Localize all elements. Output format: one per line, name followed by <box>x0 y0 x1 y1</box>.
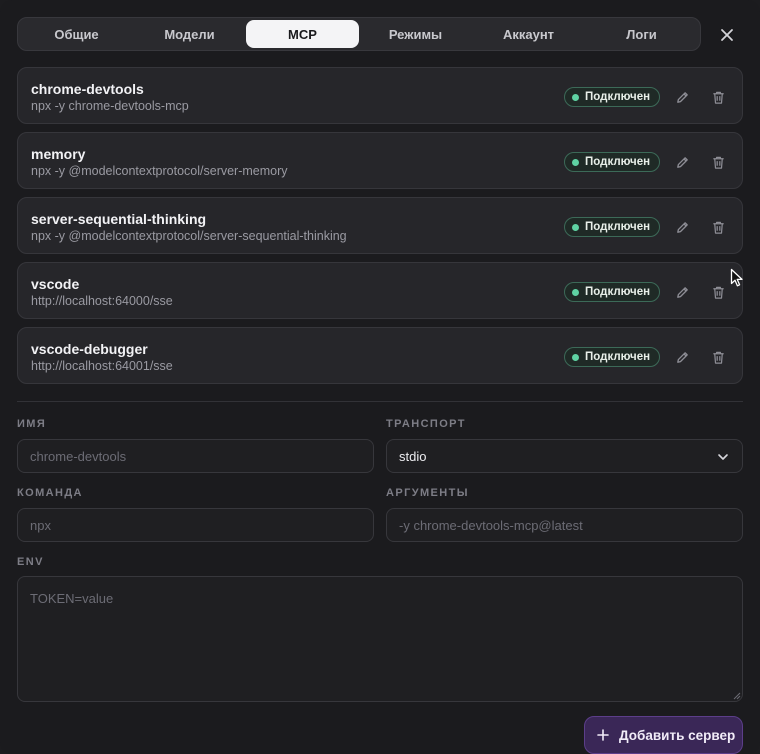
pencil-icon <box>676 286 688 298</box>
server-command: npx -y @modelcontextprotocol/server-memo… <box>31 164 288 178</box>
tab-modes[interactable]: Режимы <box>359 20 472 48</box>
delete-server-button[interactable] <box>708 347 728 367</box>
plus-icon <box>597 729 609 741</box>
server-card: vscode-debugger http://localhost:64001/s… <box>17 327 743 384</box>
status-dot-icon <box>572 158 579 166</box>
status-badge: Подключен <box>564 282 661 302</box>
settings-tabs: Общие Модели MCP Режимы Аккаунт Логи <box>17 17 701 51</box>
status-label: Подключен <box>585 156 651 168</box>
add-server-label: Добавить сервер <box>619 727 736 743</box>
command-input[interactable] <box>17 508 374 542</box>
transport-value: stdio <box>399 448 427 464</box>
mouse-cursor-icon <box>730 268 743 287</box>
pencil-icon <box>676 221 688 233</box>
pencil-icon <box>676 351 688 363</box>
tab-models[interactable]: Модели <box>133 20 246 48</box>
status-badge: Подключен <box>564 347 661 367</box>
tab-mcp[interactable]: MCP <box>246 20 359 48</box>
pencil-icon <box>676 91 688 103</box>
env-textarea[interactable] <box>17 576 743 702</box>
status-dot-icon <box>572 288 579 296</box>
delete-server-button[interactable] <box>708 87 728 107</box>
server-card: memory npx -y @modelcontextprotocol/serv… <box>17 132 743 189</box>
args-label: АРГУМЕНТЫ <box>386 487 469 499</box>
status-dot-icon <box>572 353 579 361</box>
section-divider <box>17 401 743 402</box>
server-command: npx -y chrome-devtools-mcp <box>31 99 189 113</box>
delete-server-button[interactable] <box>708 152 728 172</box>
env-label: ENV <box>17 556 44 568</box>
pencil-icon <box>676 156 688 168</box>
tab-general[interactable]: Общие <box>20 20 133 48</box>
close-icon <box>721 29 733 41</box>
edit-server-button[interactable] <box>672 152 692 172</box>
settings-window: Общие Модели MCP Режимы Аккаунт Логи chr… <box>0 0 760 754</box>
add-server-button[interactable]: Добавить сервер <box>584 716 743 754</box>
status-badge: Подключен <box>564 217 661 237</box>
chevron-down-icon <box>718 454 728 460</box>
status-label: Подключен <box>585 351 651 363</box>
name-input[interactable] <box>17 439 374 473</box>
status-label: Подключен <box>585 91 651 103</box>
server-card: vscode http://localhost:64000/sse Подклю… <box>17 262 743 319</box>
delete-server-button[interactable] <box>708 282 728 302</box>
server-command: http://localhost:64000/sse <box>31 294 173 308</box>
server-list: chrome-devtools npx -y chrome-devtools-m… <box>17 67 743 392</box>
server-command: http://localhost:64001/sse <box>31 359 173 373</box>
status-badge: Подключен <box>564 152 661 172</box>
transport-select[interactable]: stdio <box>386 439 743 473</box>
status-dot-icon <box>572 223 579 231</box>
args-input[interactable] <box>386 508 743 542</box>
edit-server-button[interactable] <box>672 347 692 367</box>
server-command: npx -y @modelcontextprotocol/server-sequ… <box>31 229 347 243</box>
command-label: КОМАНДА <box>17 487 83 499</box>
trash-icon <box>712 156 724 169</box>
transport-label: ТРАНСПОРТ <box>386 418 466 430</box>
server-card: chrome-devtools npx -y chrome-devtools-m… <box>17 67 743 124</box>
edit-server-button[interactable] <box>672 282 692 302</box>
name-label: ИМЯ <box>17 418 47 430</box>
tab-logs[interactable]: Логи <box>585 20 698 48</box>
status-label: Подключен <box>585 286 651 298</box>
trash-icon <box>712 286 724 299</box>
server-name: chrome-devtools <box>31 81 144 97</box>
edit-server-button[interactable] <box>672 217 692 237</box>
status-badge: Подключен <box>564 87 661 107</box>
server-name: server-sequential-thinking <box>31 211 207 227</box>
server-name: vscode-debugger <box>31 341 148 357</box>
tab-account[interactable]: Аккаунт <box>472 20 585 48</box>
server-name: vscode <box>31 276 80 292</box>
status-label: Подключен <box>585 221 651 233</box>
trash-icon <box>712 351 724 364</box>
close-button[interactable] <box>716 24 738 46</box>
server-card: server-sequential-thinking npx -y @model… <box>17 197 743 254</box>
trash-icon <box>712 221 724 234</box>
trash-icon <box>712 91 724 104</box>
edit-server-button[interactable] <box>672 87 692 107</box>
server-name: memory <box>31 146 86 162</box>
resize-grip-icon[interactable] <box>733 692 741 700</box>
status-dot-icon <box>572 93 579 101</box>
delete-server-button[interactable] <box>708 217 728 237</box>
